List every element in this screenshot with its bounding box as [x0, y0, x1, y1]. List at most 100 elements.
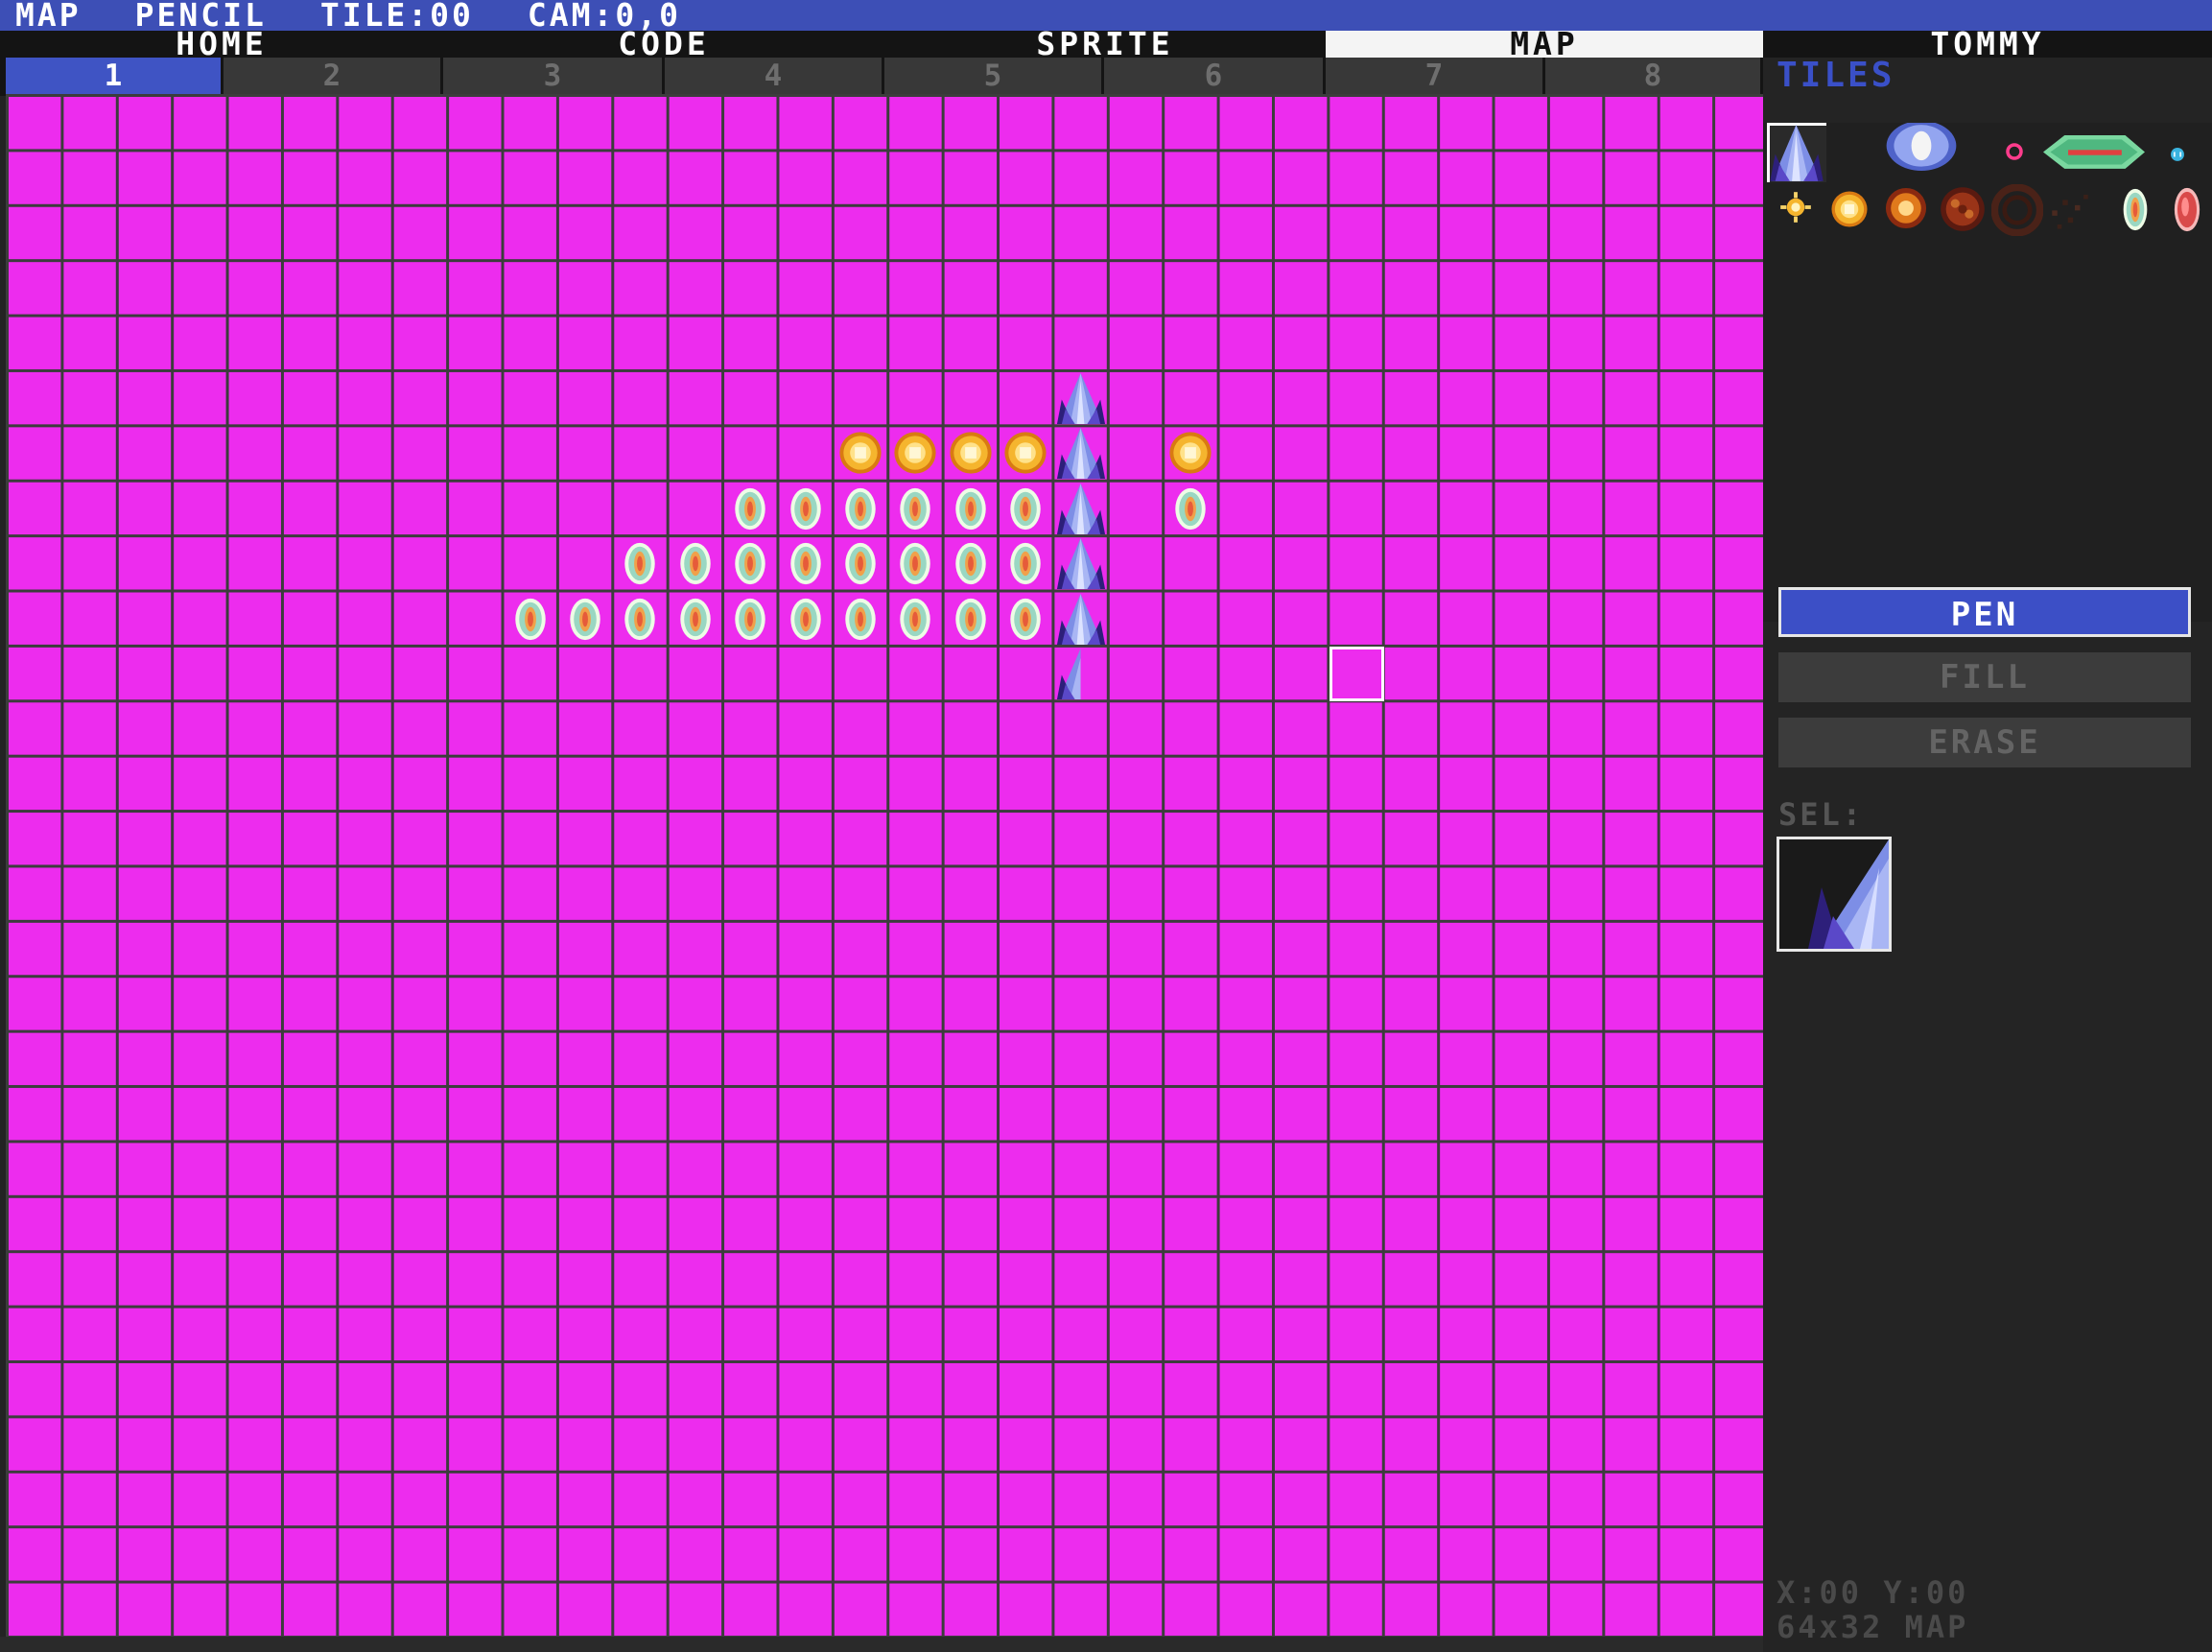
explosion-2-icon: [1941, 187, 1985, 231]
gem-icon: [789, 487, 821, 530]
erase-tool-button[interactable]: ERASE: [1778, 718, 2191, 767]
gem-icon: [1010, 487, 1041, 530]
shield-pod-icon: [1886, 120, 1957, 172]
palette-tile-spark[interactable]: [1775, 186, 1817, 228]
cursor-coords: X:00 Y:00: [1777, 1574, 1969, 1611]
palette-tile-ring[interactable]: [1995, 132, 2034, 171]
palette-tile-mini-drone[interactable]: [2160, 136, 2195, 171]
palette-tile-green-saucer[interactable]: [2043, 123, 2145, 182]
map-tile-coin[interactable]: [999, 426, 1053, 481]
palette-tile-explosion-1[interactable]: [1882, 184, 1930, 232]
selected-ship-tile-icon: [1808, 839, 1889, 949]
gem-icon: [735, 487, 765, 530]
debris-icon: [2052, 194, 2088, 229]
explosion-1-icon: [1885, 187, 1927, 229]
palette-tile-gem[interactable]: [2114, 182, 2156, 236]
map-tile-gem[interactable]: [613, 536, 668, 591]
map-tile-gem[interactable]: [888, 536, 943, 591]
page-tab-7[interactable]: 7: [1326, 58, 1542, 94]
map-tile-gem[interactable]: [723, 482, 778, 536]
map-tile-gem[interactable]: [504, 592, 558, 647]
map-tile-gem[interactable]: [999, 482, 1053, 536]
selected-tile-preview: [1777, 837, 1892, 952]
page-tab-1[interactable]: 1: [6, 58, 221, 94]
palette-tile-ship[interactable]: [1767, 123, 1826, 182]
gem-icon: [955, 487, 986, 530]
map-tile-gem[interactable]: [999, 536, 1053, 591]
map-tile-ship[interactable]: [1054, 482, 1109, 536]
map-tile-gem[interactable]: [944, 482, 999, 536]
status-tile: TILE:00: [319, 0, 474, 34]
palette-tile-explosion-3[interactable]: [1990, 183, 2044, 237]
gem-icon: [955, 543, 986, 585]
palette-tile-shield-pod[interactable]: [1886, 120, 1957, 182]
palette-tile-red-gem[interactable]: [2166, 182, 2208, 236]
gem-icon: [789, 543, 821, 585]
ring-icon: [2006, 143, 2023, 160]
map-tile-gem[interactable]: [834, 536, 888, 591]
gem-icon: [900, 487, 931, 530]
map-tile-gem[interactable]: [888, 592, 943, 647]
map-tile-gem[interactable]: [723, 536, 778, 591]
map-tile-gem[interactable]: [834, 592, 888, 647]
tile-palette[interactable]: [1763, 120, 2212, 622]
page-tab-3[interactable]: 3: [443, 58, 662, 94]
page-tab-6[interactable]: 6: [1104, 58, 1323, 94]
tab-map[interactable]: MAP: [1326, 28, 1763, 59]
status-mode: MAP: [15, 0, 82, 34]
palette-tile-explosion-2[interactable]: [1938, 184, 1988, 234]
explosion-3-icon: [1990, 183, 2044, 237]
coin-icon: [839, 432, 882, 475]
map-scroll-strip: [0, 1637, 1763, 1652]
map-tile-ship[interactable]: [1054, 592, 1109, 647]
map-tile-coin[interactable]: [834, 426, 888, 481]
gem-icon: [735, 543, 765, 585]
ship-icon: [1056, 538, 1105, 590]
map-tile-ship[interactable]: [1054, 536, 1109, 591]
map-tile-gem[interactable]: [944, 536, 999, 591]
gem-icon: [900, 598, 931, 640]
gem-icon: [1010, 543, 1041, 585]
map-canvas[interactable]: [6, 94, 1763, 1637]
page-tab-2[interactable]: 2: [224, 58, 440, 94]
map-tile-gem[interactable]: [669, 536, 723, 591]
gem-icon: [845, 598, 876, 640]
ship-icon: [1056, 483, 1105, 534]
map-tile-gem[interactable]: [613, 592, 668, 647]
green-saucer-icon: [2043, 135, 2145, 169]
map-tile-ship[interactable]: [1054, 371, 1109, 426]
map-tile-gem[interactable]: [779, 536, 834, 591]
tab-sprite[interactable]: SPRITE: [884, 28, 1326, 59]
gem-icon: [680, 543, 711, 585]
map-tile-coin[interactable]: [944, 426, 999, 481]
map-page-tabs: 1 2 3 4 5 6 7 8: [0, 58, 1763, 96]
map-tile-gem[interactable]: [779, 592, 834, 647]
pen-tool-button[interactable]: PEN: [1778, 587, 2191, 637]
gem-icon: [735, 598, 765, 640]
map-tile-gem[interactable]: [834, 482, 888, 536]
page-tab-4[interactable]: 4: [665, 58, 882, 94]
map-tile-gem[interactable]: [888, 482, 943, 536]
map-tile-gem[interactable]: [558, 592, 613, 647]
page-tab-5[interactable]: 5: [884, 58, 1101, 94]
map-tile-gem[interactable]: [723, 592, 778, 647]
fill-tool-button[interactable]: FILL: [1778, 652, 2191, 702]
palette-tile-coin[interactable]: [1826, 186, 1872, 232]
map-tile-gem[interactable]: [779, 482, 834, 536]
map-tile-coin[interactable]: [1164, 426, 1218, 481]
gem-icon: [514, 598, 546, 640]
map-tile-gem[interactable]: [669, 592, 723, 647]
tiles-title: TILES: [1777, 56, 1895, 95]
map-tile-ship[interactable]: [1054, 426, 1109, 481]
tab-tommy[interactable]: TOMMY: [1763, 28, 2212, 59]
coin-icon: [950, 432, 992, 475]
palette-tile-debris[interactable]: [2045, 184, 2095, 234]
page-tab-8[interactable]: 8: [1545, 58, 1760, 94]
tab-code[interactable]: CODE: [443, 28, 884, 59]
tab-home[interactable]: HOME: [0, 28, 443, 59]
map-tile-gem[interactable]: [944, 592, 999, 647]
map-tile-ship-half[interactable]: [1054, 647, 1109, 701]
map-tile-gem[interactable]: [999, 592, 1053, 647]
map-tile-gem[interactable]: [1164, 482, 1218, 536]
map-tile-coin[interactable]: [888, 426, 943, 481]
